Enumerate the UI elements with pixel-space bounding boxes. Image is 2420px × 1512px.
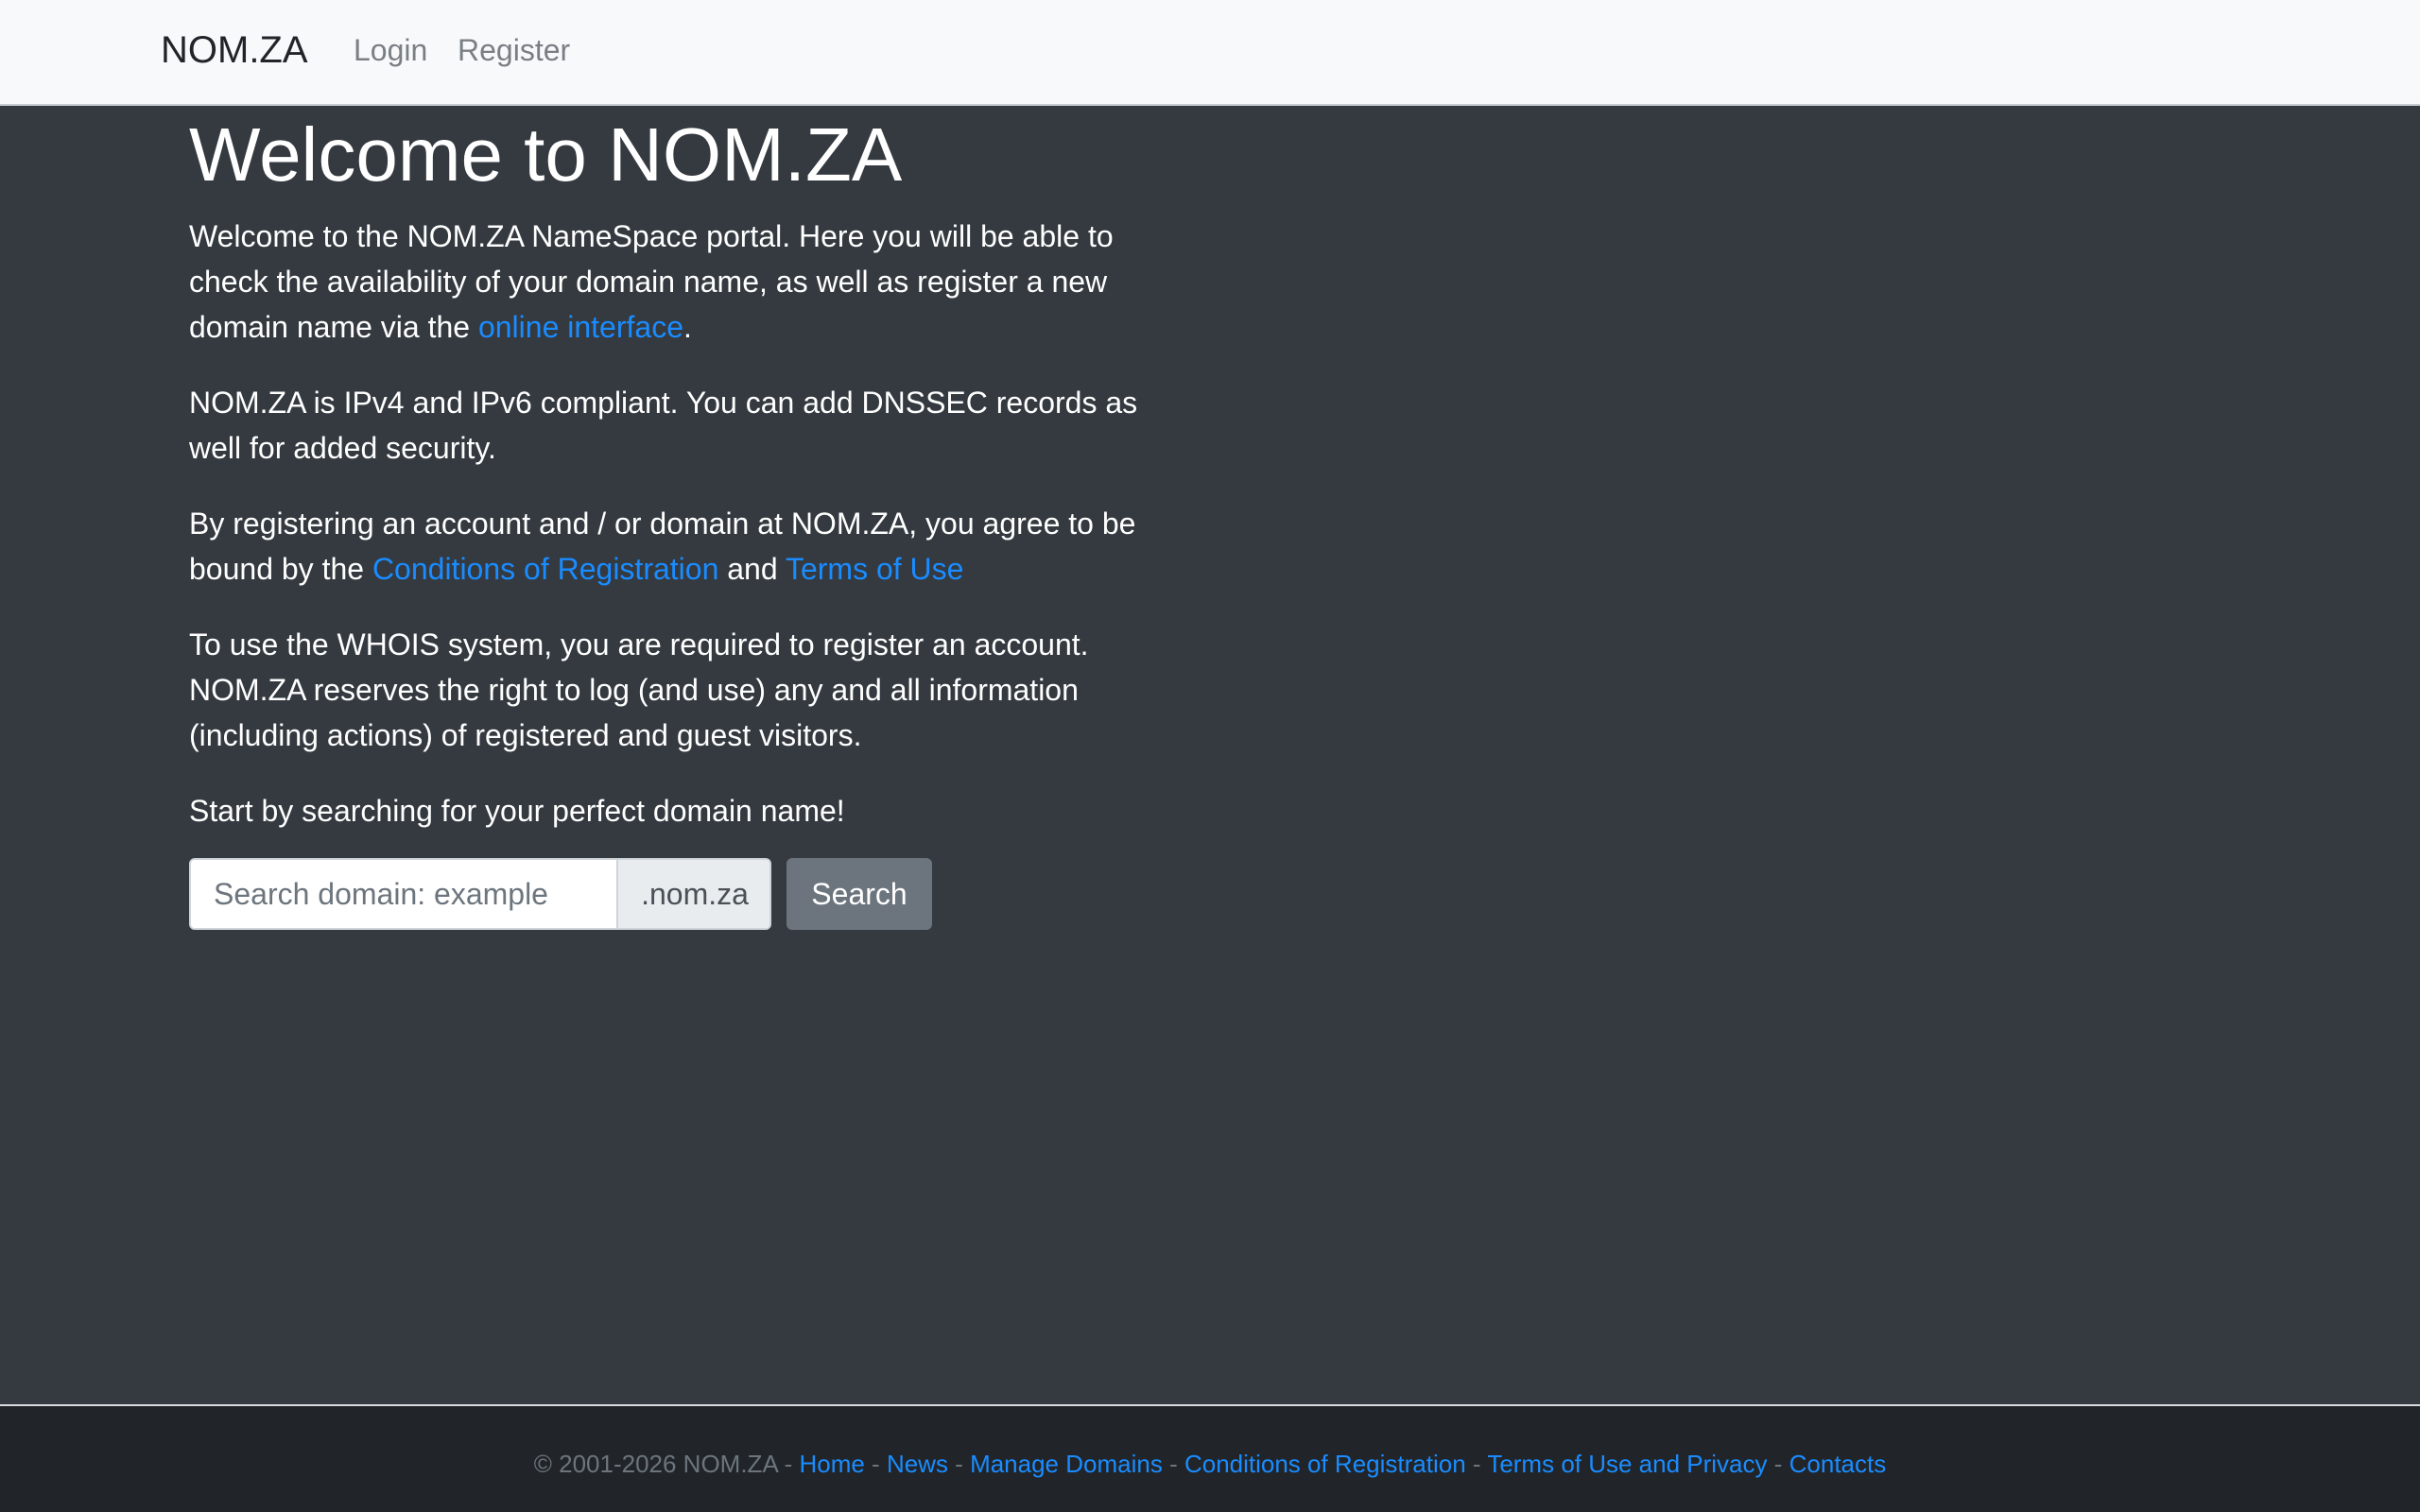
online-interface-link[interactable]: online interface <box>478 310 683 344</box>
footer: © 2001-2026 NOM.ZA - Home - News - Manag… <box>0 1404 2420 1512</box>
terms-of-use-link[interactable]: Terms of Use <box>786 552 963 586</box>
agreement-paragraph: By registering an account and / or domai… <box>189 501 1172 592</box>
intro-text-end: . <box>683 310 692 344</box>
footer-separator: - <box>777 1450 800 1478</box>
domain-suffix: .nom.za <box>616 860 769 928</box>
footer-separator: - <box>864 1450 887 1478</box>
footer-link-home[interactable]: Home <box>799 1450 864 1478</box>
footer-link-news[interactable]: News <box>887 1450 948 1478</box>
top-navbar: NOM.ZA Login Register <box>0 0 2420 106</box>
domain-search-input[interactable] <box>191 860 616 928</box>
nav-login-link[interactable]: Login <box>354 29 427 71</box>
search-input-group: .nom.za <box>189 858 771 930</box>
footer-separator: - <box>947 1450 971 1478</box>
intro-paragraph: Welcome to the NOM.ZA NameSpace portal. … <box>189 214 1172 350</box>
whois-paragraph: To use the WHOIS system, you are require… <box>189 627 1089 752</box>
conditions-of-registration-link[interactable]: Conditions of Registration <box>372 552 718 586</box>
footer-copyright: © 2001-2026 NOM.ZA <box>533 1450 778 1478</box>
footer-link-manage-domains[interactable]: Manage Domains <box>970 1450 1163 1478</box>
nav-register-link[interactable]: Register <box>458 29 570 71</box>
footer-separator: - <box>1162 1450 1184 1478</box>
domain-search-form: .nom.za Search <box>189 858 1172 930</box>
compliance-paragraph: NOM.ZA is IPv4 and IPv6 compliant. You c… <box>189 386 1138 465</box>
agreement-and-text: and <box>718 552 786 586</box>
footer-separator: - <box>1465 1450 1488 1478</box>
main-content: Welcome to NOM.ZA Welcome to the NOM.ZA … <box>189 106 1172 930</box>
footer-link-contacts[interactable]: Contacts <box>1789 1450 1887 1478</box>
search-prompt: Start by searching for your perfect doma… <box>189 794 845 828</box>
footer-link-conditions[interactable]: Conditions of Registration <box>1184 1450 1466 1478</box>
brand-link[interactable]: NOM.ZA <box>161 27 308 73</box>
page-title: Welcome to NOM.ZA <box>189 112 903 197</box>
search-button[interactable]: Search <box>786 858 932 930</box>
footer-link-terms-privacy[interactable]: Terms of Use and Privacy <box>1487 1450 1767 1478</box>
footer-separator: - <box>1767 1450 1789 1478</box>
